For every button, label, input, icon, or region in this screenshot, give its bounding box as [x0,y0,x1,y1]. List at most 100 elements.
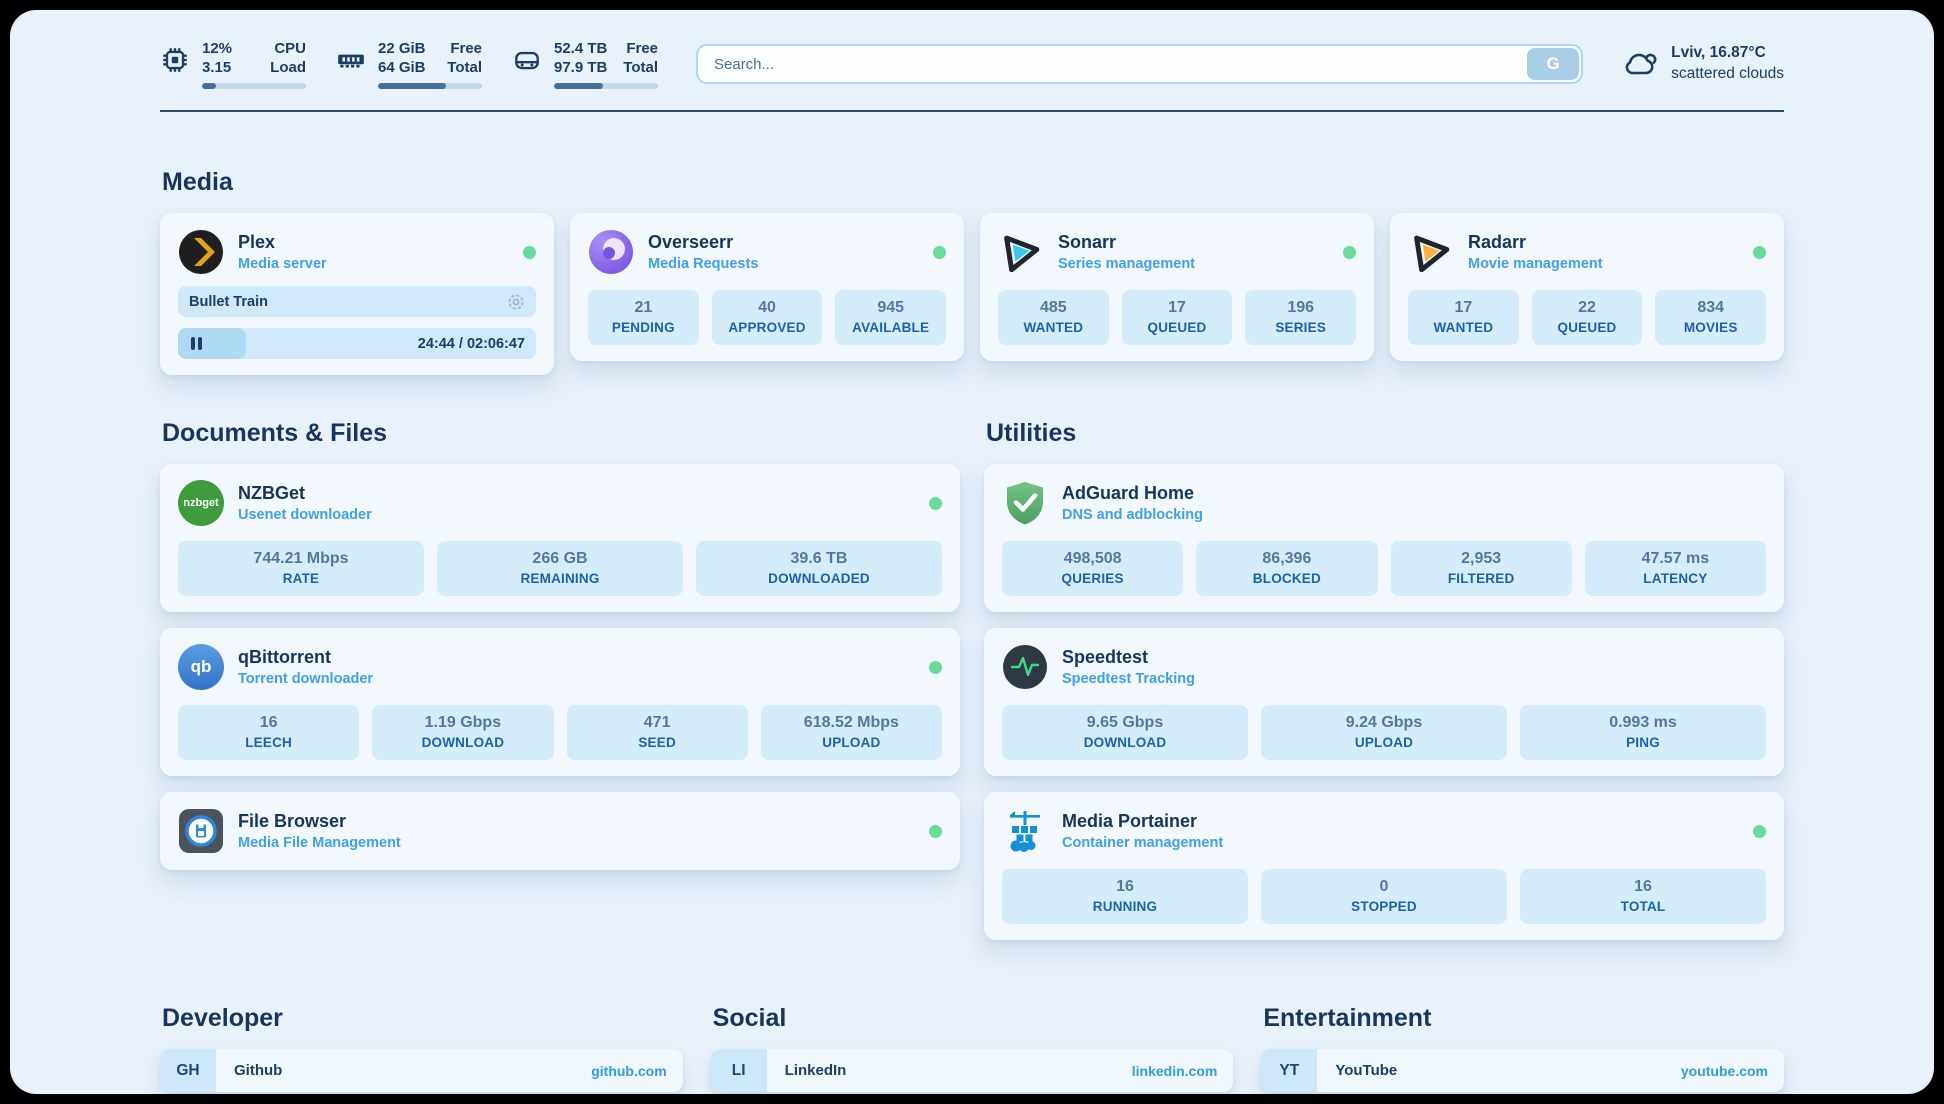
service-card-speedtest[interactable]: Speedtest Speedtest Tracking 9.65 Gbps D… [984,628,1784,776]
service-card-plex[interactable]: Plex Media server Bullet Train [160,213,554,375]
status-dot [523,246,536,259]
ram-progress-bar [378,83,482,89]
service-subtitle: Speedtest Tracking [1062,671,1195,687]
disk-total: 97.9 TB [554,59,607,76]
service-title: Plex [238,232,327,253]
service-card-adguard[interactable]: AdGuard Home DNS and adblocking 498,508 … [984,464,1784,612]
service-card-nzbget[interactable]: nzbget NZBGet Usenet downloader 744.21 M… [160,464,960,612]
pause-icon [191,337,202,350]
section-entertainment: Entertainment YT YouTube youtube.com NF … [1261,1004,1784,1094]
radarr-icon [1408,229,1454,275]
disk-free: 52.4 TB [554,40,607,57]
header-divider [160,110,1784,112]
stat-tile: 9.65 Gbps DOWNLOAD [1002,705,1248,760]
bookmark-url[interactable]: linkedin.com [1132,1063,1218,1079]
cpu-label-2: Load [270,59,306,76]
status-dot [1753,825,1766,838]
disk-widget: 52.4 TB 97.9 TB Free Total [512,39,658,89]
weather-condition: scattered clouds [1671,64,1784,85]
ram-total: 64 GiB [378,59,426,76]
search-engine-button[interactable]: G [1527,48,1579,80]
stat-tile: 266 GB REMAINING [437,541,683,596]
disk-label-2: Total [623,59,658,76]
bookmark-url[interactable]: youtube.com [1681,1063,1768,1079]
section-title-documents: Documents & Files [162,419,960,448]
weather-widget: Lviv, 16.87°C scattered clouds [1621,43,1784,85]
section-documents: Documents & Files nzbget NZBGet Usenet d… [160,419,960,940]
bookmark-abbr: GH [160,1049,216,1092]
stat-tile: 471 SEED [567,705,748,760]
now-playing-title: Bullet Train [189,294,268,310]
dashboard: 12% 3.15 CPU Load [10,10,1934,1094]
status-dot [929,661,942,674]
service-subtitle: Media File Management [238,835,401,851]
service-card-portainer[interactable]: Media Portainer Container management 16 … [984,792,1784,940]
status-dot [1753,246,1766,259]
service-title: Overseerr [648,232,758,253]
status-dot [929,497,942,510]
service-card-sonarr[interactable]: Sonarr Series management 485 WANTED 17 Q… [980,213,1374,361]
section-utilities: Utilities AdGuard Home DNS and adblockin… [984,419,1784,940]
service-title: File Browser [238,811,401,832]
bookmark-url[interactable]: github.com [591,1063,666,1079]
service-subtitle: Movie management [1468,256,1603,272]
bookmark-name: YouTube [1335,1062,1397,1079]
cpu-icon [160,45,190,80]
service-title: Media Portainer [1062,811,1223,832]
cpu-label-1: CPU [274,40,306,57]
section-title-developer: Developer [162,1004,683,1033]
bookmark-github[interactable]: GH Github github.com [160,1049,683,1092]
stat-tile: 498,508 QUERIES [1002,541,1183,596]
bookmark-linkedin[interactable]: LI LinkedIn linkedin.com [711,1049,1234,1092]
bookmark-name: LinkedIn [785,1062,847,1079]
cpu-progress-bar [202,83,306,89]
stat-tile: 16 RUNNING [1002,869,1248,924]
stat-tile: 1.19 Gbps DOWNLOAD [372,705,553,760]
ram-free: 22 GiB [378,40,426,57]
stat-tile: 0 STOPPED [1261,869,1507,924]
playback-time: 24:44 / 02:06:47 [418,336,525,352]
service-title: NZBGet [238,483,372,504]
system-widgets: 12% 3.15 CPU Load [160,39,658,89]
qbittorrent-icon: qb [178,644,224,690]
filebrowser-icon [178,808,224,854]
service-subtitle: DNS and adblocking [1062,507,1203,523]
service-title: qBittorrent [238,647,373,668]
disk-label-1: Free [626,40,658,57]
service-subtitle: Media server [238,256,327,272]
section-title-entertainment: Entertainment [1263,1004,1784,1033]
service-subtitle: Series management [1058,256,1195,272]
service-title: Speedtest [1062,647,1195,668]
nzbget-icon: nzbget [178,480,224,526]
service-card-radarr[interactable]: Radarr Movie management 17 WANTED 22 QUE… [1390,213,1784,361]
session-settings-icon[interactable] [507,293,525,311]
stat-tile: 618.52 Mbps UPLOAD [761,705,942,760]
stat-tile: 196 SERIES [1245,290,1356,345]
status-dot [1343,246,1356,259]
weather-location-temp: Lviv, 16.87°C [1671,43,1784,64]
stat-tile: 16 TOTAL [1520,869,1766,924]
service-card-overseerr[interactable]: Overseerr Media Requests 21 PENDING 40 A… [570,213,964,361]
service-card-qbittorrent[interactable]: qb qBittorrent Torrent downloader 16 LEE… [160,628,960,776]
stat-tile: 0.993 ms PING [1520,705,1766,760]
status-dot [929,825,942,838]
service-title: Radarr [1468,232,1603,253]
portainer-icon [1002,808,1048,854]
cloud-icon [1621,45,1659,84]
section-social: Social LI LinkedIn linkedin.com TW Twitt… [711,1004,1234,1094]
section-title-media: Media [162,168,1784,197]
service-subtitle: Media Requests [648,256,758,272]
service-card-filebrowser[interactable]: File Browser Media File Management [160,792,960,870]
bookmark-name: Github [234,1062,282,1079]
bookmark-abbr: YT [1261,1049,1317,1092]
stat-tile: 16 LEECH [178,705,359,760]
status-dot [933,246,946,259]
search-input[interactable] [696,44,1583,84]
disk-icon [512,45,542,80]
stat-tile: 21 PENDING [588,290,699,345]
cpu-widget: 12% 3.15 CPU Load [160,39,306,89]
service-title: AdGuard Home [1062,483,1203,504]
service-subtitle: Container management [1062,835,1223,851]
bookmark-youtube[interactable]: YT YouTube youtube.com [1261,1049,1784,1092]
sonarr-icon [998,229,1044,275]
